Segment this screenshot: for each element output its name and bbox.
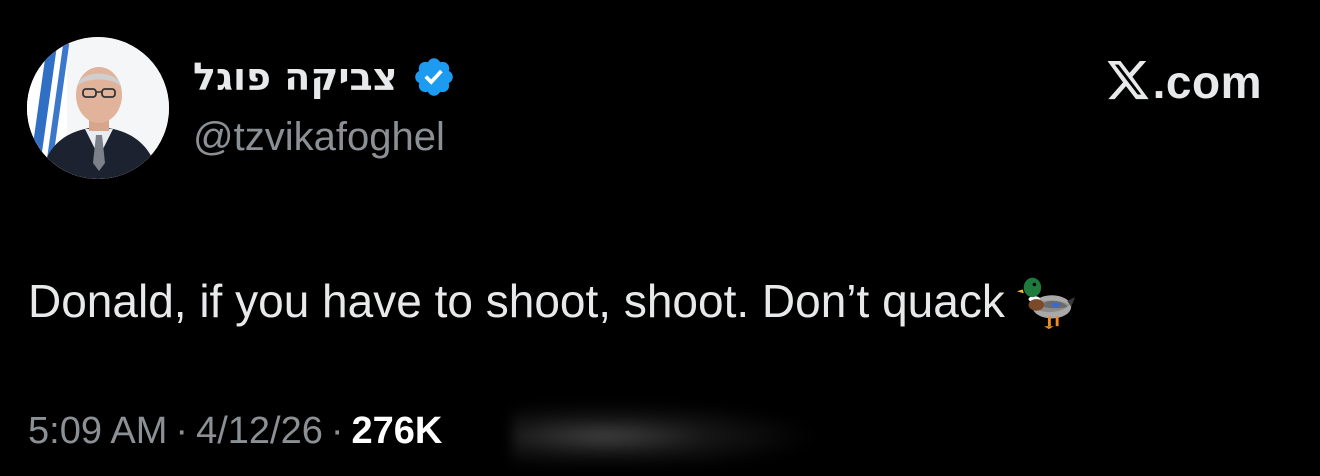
x-logo-icon <box>1107 61 1149 100</box>
meta-separator: · <box>330 410 344 452</box>
blurred-region <box>512 402 822 464</box>
tweet-date[interactable]: 4/12/26 <box>196 412 323 450</box>
brand-suffix: .com <box>1152 56 1262 108</box>
tweet-time[interactable]: 5:09 AM <box>28 412 167 450</box>
tweet-text: Donald, if you have to shoot, shoot. Don… <box>28 275 1005 327</box>
profile-photo <box>27 37 169 179</box>
author-display-name[interactable]: צביקה פוגל <box>193 58 398 96</box>
author-name-row: צביקה פוגל <box>193 52 456 102</box>
tweet-views-count[interactable]: 276K <box>352 412 443 450</box>
duck-icon <box>1016 277 1075 330</box>
meta-separator: · <box>175 410 189 452</box>
tweet-body: Donald, if you have to shoot, shoot. Don… <box>28 270 1077 332</box>
tweet-meta: 5:09 AM · 4/12/26 · 276K <box>28 412 442 450</box>
author-handle[interactable]: @tzvikafoghel <box>193 117 445 157</box>
brand-watermark: .com <box>1105 58 1262 106</box>
avatar[interactable] <box>27 37 169 179</box>
verified-badge-icon[interactable] <box>412 55 456 99</box>
